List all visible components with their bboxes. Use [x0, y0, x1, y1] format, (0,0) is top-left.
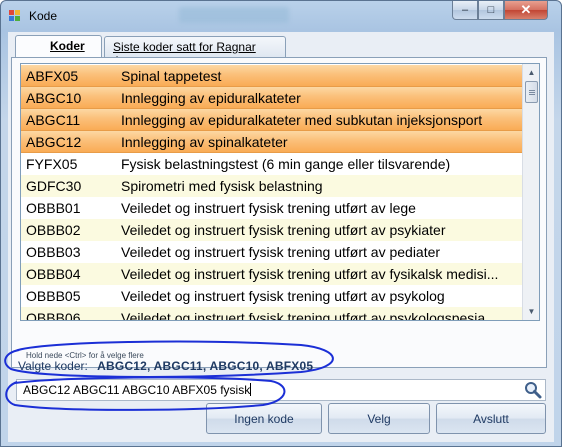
list-item-code: OBBB01 — [26, 200, 81, 216]
list-item-code: OBBB05 — [26, 288, 81, 304]
text-caret — [250, 383, 252, 396]
list-item-description: Veiledet og instruert fysisk trening utf… — [121, 266, 499, 282]
search-input-text: ABGC12 ABGC11 ABGC10 ABFX05 fysisk — [23, 383, 251, 397]
code-list[interactable]: OBBB06 Veiledet og instruert fysisk treni… — [20, 63, 540, 321]
list-item-description: Veiledet og instruert fysisk trening utf… — [121, 310, 497, 321]
list-item[interactable]: OBBB05 Veiledet og instruert fysisk treni… — [21, 285, 523, 307]
list-item-description: Veiledet og instruert fysisk trening utf… — [121, 288, 445, 304]
selected-codes: Valgte koder: ABGC12, ABGC11, ABGC10, AB… — [18, 359, 313, 373]
exit-button[interactable]: Avslutt — [436, 403, 546, 434]
exit-button-label: Avslutt — [473, 411, 509, 426]
app-icon — [9, 10, 21, 22]
tab-koder[interactable]: Koder — [15, 35, 102, 58]
list-item[interactable]: OBBB03 Veiledet og instruert fysisk treni… — [21, 241, 523, 263]
close-button[interactable]: ✕ — [504, 1, 548, 20]
list-item-description: Spinal tappetest — [121, 67, 222, 84]
list-item[interactable]: FYFX05 Fysisk belastningstest (6 min gang… — [21, 153, 523, 175]
list-item[interactable]: OBBB02 Veiledet og instruert fysisk treni… — [21, 219, 523, 241]
list-item-code: ABFX05 — [26, 67, 79, 84]
no-code-button[interactable]: Ingen kode — [206, 403, 322, 434]
list-item-description: Spirometri med fysisk belastning — [121, 178, 323, 194]
scroll-thumb[interactable] — [525, 81, 538, 103]
maximize-button[interactable]: □ — [478, 1, 504, 20]
select-button-label: Velg — [367, 411, 391, 426]
search-icon[interactable] — [523, 380, 543, 400]
list-item[interactable]: ABGC12 Innlegging av spinalkateter — [21, 131, 523, 153]
tab-panel-koder: OBBB06 Veiledet og instruert fysisk treni… — [11, 57, 547, 368]
search-input[interactable]: ABGC12 ABGC11 ABGC10 ABFX05 fysisk — [16, 379, 546, 401]
list-item[interactable]: OBBB01 Veiledet og instruert fysisk treni… — [21, 197, 523, 219]
list-item-description: Veiledet og instruert fysisk trening utf… — [121, 222, 446, 238]
tab-siste-koder[interactable]: Siste koder satt for Ragnar Aga — [104, 36, 286, 68]
selected-codes-label: Valgte koder: — [18, 359, 88, 373]
list-item-description: Innlegging av epiduralkateter — [121, 89, 301, 106]
list-item-code: OBBB04 — [26, 266, 81, 282]
list-item-code: OBBB06 — [26, 310, 81, 321]
kode-window: Kode – □ ✕ Koder Siste koder satt for Ra… — [0, 0, 562, 447]
title-bar[interactable]: Kode – □ ✕ — [1, 1, 561, 31]
list-scrollbar[interactable]: ▲ ▼ — [522, 64, 539, 320]
tab-koder-label: Koder — [50, 39, 85, 53]
list-item[interactable]: ABGC10 Innlegging av epiduralkateter — [21, 87, 523, 109]
minimize-button[interactable]: – — [452, 1, 478, 20]
client-area: Koder Siste koder satt for Ragnar Aga OB… — [8, 32, 554, 442]
blurred-background-title — [179, 7, 289, 23]
selected-codes-value: ABGC12, ABGC11, ABGC10, ABFX05 — [97, 359, 314, 373]
list-item[interactable]: ABFX05 Spinal tappetest — [21, 65, 523, 87]
select-button[interactable]: Velg — [328, 403, 430, 434]
list-item-description: Innlegging av spinalkateter — [121, 133, 288, 150]
list-item[interactable]: OBBB04 Veiledet og instruert fysisk treni… — [21, 263, 523, 285]
scroll-up-arrow-icon[interactable]: ▲ — [523, 64, 539, 81]
list-item[interactable]: GDFC30 Spirometri med fysisk belastning — [21, 175, 523, 197]
window-title: Kode — [29, 9, 58, 23]
list-item[interactable]: OBBB06 Veiledet og instruert fysisk treni… — [21, 307, 523, 321]
list-item-description: Veiledet og instruert fysisk trening utf… — [121, 200, 416, 216]
list-item-code: ABGC11 — [26, 111, 81, 128]
list-item-code: ABGC10 — [26, 89, 82, 106]
list-item-code: OBBB02 — [26, 222, 81, 238]
list-item[interactable]: ABGC11 Innlegging av epiduralkateter med … — [21, 109, 523, 131]
list-item-code: FYFX05 — [26, 156, 78, 172]
list-item-description: Veiledet og instruert fysisk trening utf… — [121, 244, 441, 260]
list-item-code: OBBB03 — [26, 244, 81, 260]
scroll-down-arrow-icon[interactable]: ▼ — [523, 303, 539, 320]
list-item-description: Fysisk belastningstest (6 min gange elle… — [121, 156, 451, 172]
list-item-description: Innlegging av epiduralkateter med subkut… — [121, 111, 483, 128]
list-item-code: ABGC12 — [26, 133, 82, 150]
no-code-button-label: Ingen kode — [234, 411, 294, 426]
list-item-code: GDFC30 — [26, 178, 82, 194]
